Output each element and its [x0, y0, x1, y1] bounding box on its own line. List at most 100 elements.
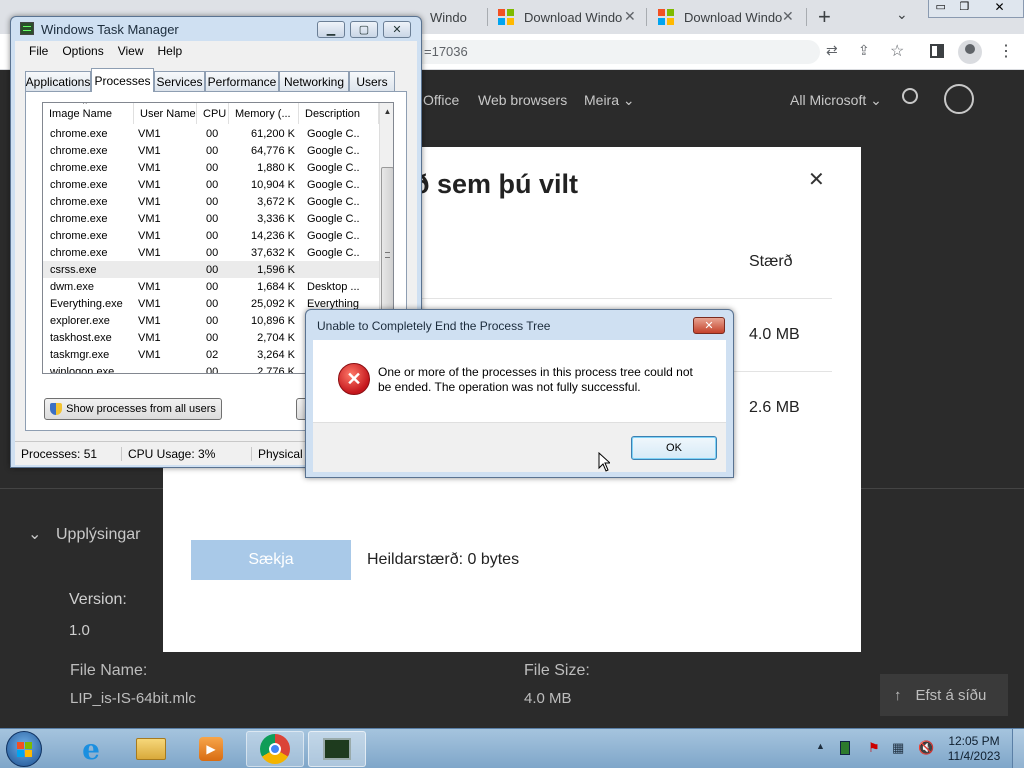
menu-view[interactable]: View: [118, 44, 144, 61]
process-cpu: 02: [206, 348, 219, 361]
table-row[interactable]: chrome.exe VM1 00 64,776 K Google C...: [43, 142, 379, 159]
process-memory: 3,264 K: [257, 348, 295, 361]
tab-services[interactable]: Services: [154, 71, 205, 91]
taskbar: e ▶ ▲ ⚑ ▦ 🔇 12:05 PM 11/4/2023: [0, 728, 1024, 768]
share-icon[interactable]: ⇪: [858, 42, 870, 59]
nav-item-web-browsers[interactable]: Web browsers: [478, 92, 567, 108]
browser-tab-2[interactable]: Download Windo: [488, 0, 638, 34]
table-row[interactable]: chrome.exe VM1 00 37,632 K Google C...: [43, 244, 379, 261]
table-row[interactable]: chrome.exe VM1 00 61,200 K Google C...: [43, 125, 379, 142]
size-column-header: Stærð: [749, 253, 793, 270]
scroll-up-icon[interactable]: ▲: [380, 103, 393, 116]
restore-icon[interactable]: ❐: [953, 0, 977, 17]
divider: [413, 298, 832, 299]
browser-tab-1[interactable]: Windo: [420, 0, 486, 34]
volume-muted-icon[interactable]: 🔇: [918, 740, 934, 756]
microsoft-logo-icon: [498, 9, 514, 25]
download-button[interactable]: Sækja: [191, 540, 351, 580]
error-dialog: Unable to Completely End the Process Tre…: [305, 309, 734, 478]
microsoft-logo-icon: [658, 9, 674, 25]
show-hidden-icons[interactable]: ▲: [816, 741, 825, 751]
process-memory: 2,776 K: [257, 365, 295, 374]
profile-avatar-icon[interactable]: [958, 40, 982, 64]
dialog-button-area: OK: [313, 422, 726, 472]
network-icon[interactable]: ▦: [892, 740, 904, 756]
side-panel-icon[interactable]: [930, 44, 944, 58]
column-header-user-name[interactable]: User Name: [134, 103, 197, 124]
menu-help[interactable]: Help: [158, 44, 183, 61]
tab-users[interactable]: Users: [349, 71, 395, 91]
table-row[interactable]: chrome.exe VM1 00 10,904 K Google C...: [43, 176, 379, 193]
table-row[interactable]: chrome.exe VM1 00 1,880 K Google C...: [43, 159, 379, 176]
internet-explorer-icon[interactable]: e: [62, 731, 120, 767]
clock[interactable]: 12:05 PM 11/4/2023: [944, 734, 1004, 764]
process-cpu: 00: [206, 297, 219, 310]
column-header-image-name[interactable]: Image Name ^: [43, 103, 134, 124]
nav-item-office[interactable]: Office: [423, 92, 459, 108]
new-tab-button[interactable]: +: [818, 4, 831, 30]
table-row[interactable]: chrome.exe VM1 00 14,236 K Google C...: [43, 227, 379, 244]
show-desktop-button[interactable]: [1012, 729, 1024, 768]
tab-applications[interactable]: Applications: [25, 71, 91, 91]
start-button[interactable]: [6, 731, 42, 767]
tab-processes[interactable]: Processes: [91, 68, 154, 92]
menu-options[interactable]: Options: [62, 44, 103, 61]
window-title: Windows Task Manager: [41, 22, 179, 37]
close-window-icon[interactable]: ✕: [976, 0, 1023, 17]
action-center-icon[interactable]: ⚑: [868, 740, 880, 756]
column-header-cpu[interactable]: CPU: [197, 103, 229, 124]
chevron-down-icon: ⌄: [622, 92, 635, 108]
process-cpu: 00: [206, 127, 219, 140]
table-row[interactable]: csrss.exe 00 1,596 K: [43, 261, 379, 278]
process-user: VM1: [138, 127, 161, 140]
process-description: Google C...: [307, 246, 359, 259]
bookmark-star-icon[interactable]: ☆: [890, 41, 904, 61]
tab-close-icon[interactable]: ✕: [624, 8, 636, 25]
tab-networking[interactable]: Networking: [279, 71, 349, 91]
process-memory: 25,092 K: [250, 297, 295, 310]
all-microsoft-menu[interactable]: All Microsoft ⌄: [790, 92, 882, 109]
task-manager-taskbar-icon[interactable]: [308, 731, 366, 767]
account-avatar-icon[interactable]: [944, 84, 974, 114]
column-header-memory[interactable]: Memory (...: [229, 103, 299, 124]
minimize-icon[interactable]: ▭: [929, 0, 953, 17]
address-text: =17036: [424, 44, 468, 59]
chrome-menu-icon[interactable]: ⋮: [998, 41, 1014, 61]
details-section-header[interactable]: Upplýsingar: [56, 526, 140, 544]
process-name: csrss.exe: [50, 263, 97, 276]
modal-close-icon[interactable]: ✕: [808, 167, 825, 192]
table-row[interactable]: dwm.exe VM1 00 1,684 K Desktop ...: [43, 278, 379, 295]
chevron-down-icon: ⌄: [870, 92, 882, 108]
back-to-top-button[interactable]: ↑ Efst á síðu: [880, 674, 1008, 716]
process-cpu: 00: [206, 144, 219, 157]
menu-file[interactable]: File: [29, 44, 48, 61]
chrome-taskbar-icon[interactable]: [246, 731, 304, 767]
maximize-icon[interactable]: ▢: [350, 21, 378, 38]
media-player-icon[interactable]: ▶: [182, 731, 240, 767]
translate-icon[interactable]: ⇄: [826, 42, 838, 59]
process-memory: 2,704 K: [257, 331, 295, 344]
file-explorer-icon[interactable]: [122, 731, 180, 767]
ok-button[interactable]: OK: [631, 436, 717, 460]
tab-performance[interactable]: Performance: [205, 71, 279, 91]
chevron-down-icon[interactable]: ⌄: [28, 524, 41, 544]
tab-close-icon[interactable]: ✕: [782, 8, 794, 25]
tab-search-chevron-icon[interactable]: ⌄: [896, 6, 908, 23]
version-label: Version:: [69, 591, 127, 608]
minimize-icon[interactable]: ▁: [317, 21, 345, 38]
modal-title: ð sem þú vilt: [413, 169, 579, 199]
show-all-users-button[interactable]: Show processes from all users: [44, 398, 222, 420]
process-cpu: 00: [206, 331, 219, 344]
tray-app-icon[interactable]: [840, 741, 850, 755]
browser-tab-3[interactable]: Download Windo: [648, 0, 793, 34]
column-header-description[interactable]: Description: [299, 103, 379, 124]
close-icon[interactable]: ✕: [693, 317, 725, 334]
status-physical-memory: Physical: [258, 446, 303, 461]
search-icon[interactable]: [902, 88, 918, 104]
table-row[interactable]: chrome.exe VM1 00 3,336 K Google C...: [43, 210, 379, 227]
filename-value: LIP_is-IS-64bit.mlc: [70, 690, 196, 707]
table-row[interactable]: chrome.exe VM1 00 3,672 K Google C...: [43, 193, 379, 210]
nav-item-more[interactable]: Meira ⌄: [584, 92, 635, 109]
process-name: chrome.exe: [50, 144, 108, 157]
close-icon[interactable]: ✕: [383, 21, 411, 38]
